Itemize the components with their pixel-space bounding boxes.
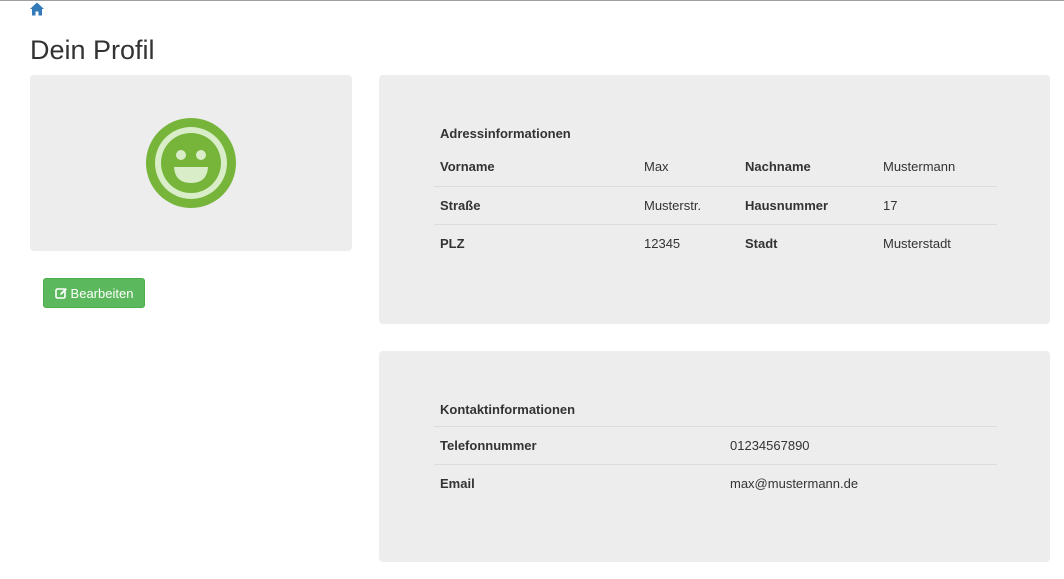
address-table: Vorname Max Nachname Mustermann Straße M… xyxy=(434,148,997,262)
table-row: Vorname Max Nachname Mustermann xyxy=(434,148,997,186)
first-name-label: Vorname xyxy=(440,159,495,175)
contact-table: Telefonnummer 01234567890 Email max@must… xyxy=(434,426,997,503)
house-number-value: 17 xyxy=(877,185,997,224)
postal-code-value: 12345 xyxy=(638,223,739,262)
table-row: Email max@mustermann.de xyxy=(434,464,997,503)
last-name-value: Mustermann xyxy=(883,159,956,175)
table-row: Straße Musterstr. Hausnummer 17 xyxy=(434,185,997,224)
postal-code-label: PLZ xyxy=(434,223,638,262)
avatar-panel xyxy=(30,75,352,251)
contact-section-title: Kontaktinformationen xyxy=(440,402,576,417)
edit-button-label: Bearbeiten xyxy=(70,285,134,301)
home-icon xyxy=(30,2,44,16)
edit-profile-button[interactable]: Bearbeiten xyxy=(43,278,145,308)
smiley-face-icon xyxy=(146,118,236,208)
address-section-title: Adressinformationen xyxy=(440,126,571,141)
contact-panel: Kontaktinformationen Telefonnummer 01234… xyxy=(379,351,1050,562)
city-label: Stadt xyxy=(739,223,877,262)
page-title: Dein Profil xyxy=(30,35,155,65)
house-number-label: Hausnummer xyxy=(739,185,877,224)
edit-icon xyxy=(54,287,67,299)
top-border xyxy=(0,0,1064,1)
street-value: Musterstr. xyxy=(638,185,739,224)
email-value: max@mustermann.de xyxy=(724,464,997,503)
phone-value: 01234567890 xyxy=(724,426,997,465)
home-link[interactable] xyxy=(29,1,45,17)
phone-label: Telefonnummer xyxy=(434,426,724,465)
last-name-label: Nachname xyxy=(745,159,811,175)
table-row: PLZ 12345 Stadt Musterstadt xyxy=(434,223,997,262)
first-name-value: Max xyxy=(644,159,669,175)
street-label: Straße xyxy=(434,185,638,224)
table-row: Telefonnummer 01234567890 xyxy=(434,426,997,465)
email-label: Email xyxy=(434,464,724,503)
address-panel: Adressinformationen Vorname Max Nachname… xyxy=(379,75,1050,324)
city-value: Musterstadt xyxy=(877,223,997,262)
